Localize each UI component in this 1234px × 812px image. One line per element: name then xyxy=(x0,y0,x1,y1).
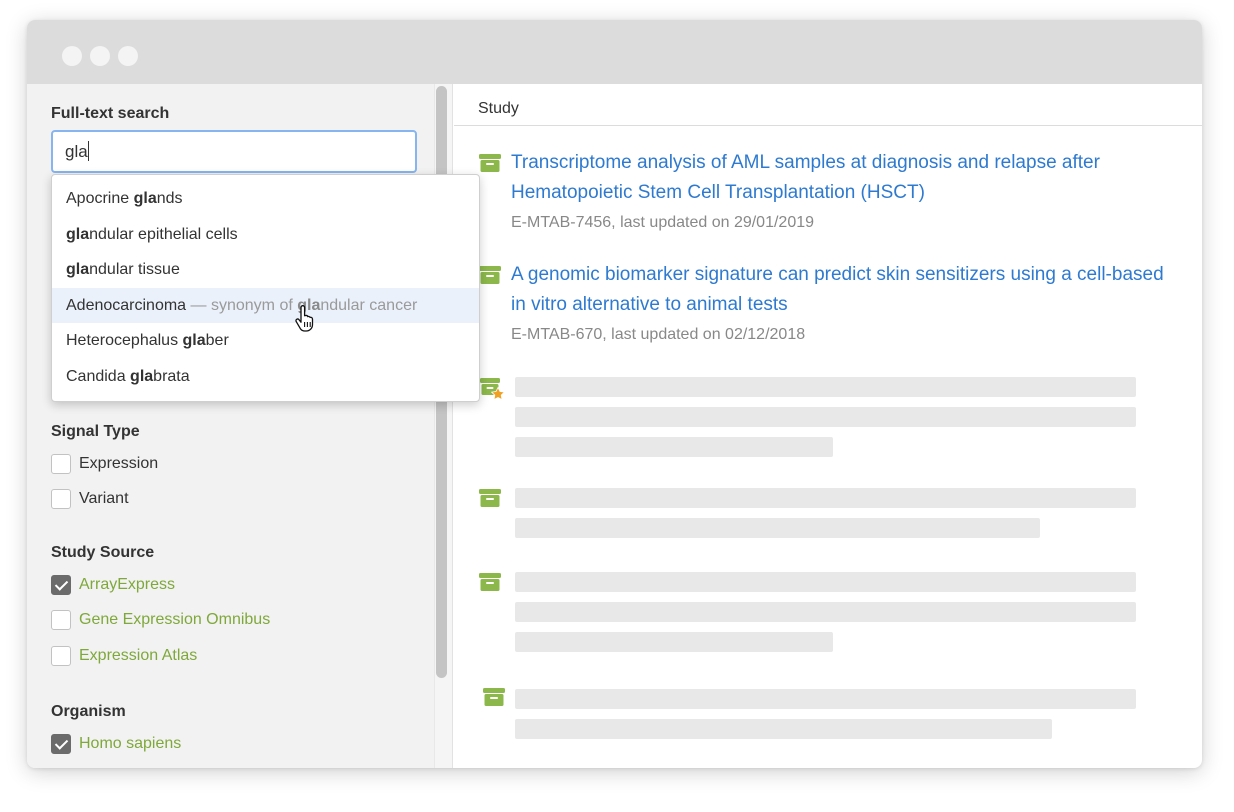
loading-placeholder-line xyxy=(515,602,1136,622)
signal-type-title: Signal Type xyxy=(51,423,140,440)
loading-placeholder-line xyxy=(515,518,1040,538)
checkbox[interactable] xyxy=(51,610,71,630)
suggestion-item[interactable]: Heterocephalus glaber xyxy=(52,323,479,359)
checkbox[interactable] xyxy=(51,489,71,509)
loading-placeholder-line xyxy=(515,488,1136,508)
checkbox[interactable] xyxy=(51,646,71,666)
zoom-window-button[interactable] xyxy=(118,46,138,66)
filter-option-variant[interactable]: Variant xyxy=(51,488,129,510)
checkbox-label: Gene Expression Omnibus xyxy=(79,611,271,628)
checkbox-label: Expression xyxy=(79,455,159,472)
results-column-header: Study xyxy=(454,84,1202,126)
browser-window: Full-text search Apocrine glands glandul… xyxy=(27,20,1202,768)
fulltext-search-title: Full-text search xyxy=(51,105,170,122)
hand-pointer-cursor-icon xyxy=(295,305,314,332)
archive-box-star-icon xyxy=(480,378,506,401)
filter-option-arrayexpress[interactable]: ArrayExpress xyxy=(51,574,175,596)
text-caret xyxy=(88,141,89,161)
study-title-link[interactable]: A genomic biomarker signature can predic… xyxy=(511,260,1171,320)
minimize-window-button[interactable] xyxy=(90,46,110,66)
checkbox-label: Variant xyxy=(79,490,129,507)
filter-option-geo[interactable]: Gene Expression Omnibus xyxy=(51,609,270,631)
suggestion-item[interactable]: Apocrine glands xyxy=(52,181,479,217)
autocomplete-dropdown: Apocrine glands glandular epithelial cel… xyxy=(51,174,480,402)
suggestion-item-highlighted[interactable]: Adenocarcinoma — synonym of glandular ca… xyxy=(52,287,479,323)
organism-title: Organism xyxy=(51,703,126,720)
loading-placeholder-line xyxy=(515,689,1136,709)
loading-placeholder-line xyxy=(515,719,1052,739)
suggestion-item[interactable]: glandular epithelial cells xyxy=(52,217,479,253)
loading-placeholder-line xyxy=(515,407,1136,427)
archive-box-icon xyxy=(479,154,501,172)
filter-option-homo-sapiens[interactable]: Homo sapiens xyxy=(51,733,181,755)
study-title-link[interactable]: Transcriptome analysis of AML samples at… xyxy=(511,148,1171,208)
filter-option-expression-atlas[interactable]: Expression Atlas xyxy=(51,645,197,667)
archive-box-icon xyxy=(483,688,505,706)
checkbox-label: Homo sapiens xyxy=(79,735,182,752)
checkbox-label: ArrayExpress xyxy=(79,576,176,593)
study-source-title: Study Source xyxy=(51,544,155,561)
archive-box-icon xyxy=(479,266,501,284)
archive-box-icon xyxy=(479,573,501,591)
loading-placeholder-line xyxy=(515,632,833,652)
archive-box-icon xyxy=(479,489,501,507)
column-header-label: Study xyxy=(478,100,519,117)
loading-placeholder-line xyxy=(515,377,1136,397)
checkbox[interactable] xyxy=(51,454,71,474)
checkbox-checked[interactable] xyxy=(51,734,71,754)
suggestion-item[interactable]: Candida glabrata xyxy=(52,359,479,395)
study-meta: E-MTAB-670, last updated on 02/12/2018 xyxy=(511,326,806,343)
suggestion-item[interactable]: glandular tissue xyxy=(52,252,479,288)
fulltext-search-input[interactable] xyxy=(51,130,417,173)
loading-placeholder-line xyxy=(515,572,1136,592)
window-titlebar xyxy=(27,20,1202,84)
study-meta: E-MTAB-7456, last updated on 29/01/2019 xyxy=(511,214,815,231)
filter-option-expression[interactable]: Expression xyxy=(51,453,158,475)
loading-placeholder-line xyxy=(515,437,833,457)
checkbox-checked[interactable] xyxy=(51,575,71,595)
checkbox-label: Expression Atlas xyxy=(79,647,198,664)
close-window-button[interactable] xyxy=(62,46,82,66)
